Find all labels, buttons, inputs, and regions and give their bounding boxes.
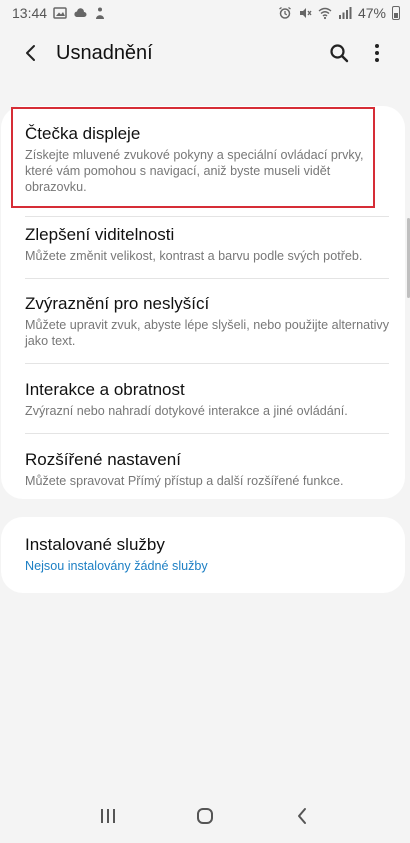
list-item-interaction[interactable]: Interakce a obratnost Zvýrazní nebo nahr…: [25, 379, 389, 419]
alert-person-icon: [93, 6, 107, 20]
item-title: Zlepšení viditelnosti: [25, 225, 175, 244]
list-item-installed-services[interactable]: Instalované služby Nejsou instalovány žá…: [25, 534, 389, 574]
item-description: Můžete spravovat Přímý přístup a další r…: [25, 474, 344, 488]
page-title: Usnadnění: [56, 41, 153, 64]
accessibility-card: Čtečka displeje Získejte mluvené zvukové…: [1, 106, 405, 499]
item-description: Můžete upravit zvuk, abyste lépe slyšeli…: [25, 318, 390, 348]
status-bar: 13:44 47%: [0, 0, 410, 26]
battery-percent: 47%: [357, 5, 386, 21]
home-button[interactable]: [185, 796, 225, 836]
item-title: Čtečka displeje: [25, 124, 141, 143]
item-description: Můžete změnit velikost, kontrast a barvu…: [25, 249, 363, 263]
list-item-visibility[interactable]: Zlepšení viditelnosti Můžete změnit veli…: [25, 224, 389, 264]
item-title: Instalované služby: [25, 535, 165, 554]
back-arrow-icon: [26, 45, 35, 61]
item-description: Zvýrazní nebo nahradí dotykové interakce…: [25, 404, 348, 418]
status-left: 13:44: [12, 5, 107, 21]
recent-apps-button[interactable]: [88, 796, 128, 836]
more-options-button[interactable]: [362, 38, 392, 68]
cloud-icon: [73, 6, 87, 20]
item-description: Nejsou instalovány žádné služby: [25, 559, 208, 573]
status-time: 13:44: [12, 5, 48, 21]
search-icon: [330, 44, 349, 63]
mute-icon: [298, 6, 312, 20]
item-description: Získejte mluvené zvukové pokyny a speciá…: [25, 148, 364, 194]
installed-services-card: Instalované služby Nejsou instalovány žá…: [1, 517, 405, 593]
item-title: Zvýraznění pro neslyšící: [25, 294, 210, 313]
item-title: Interakce a obratnost: [25, 380, 185, 399]
item-title: Rozšířené nastavení: [25, 450, 181, 469]
divider: [25, 433, 389, 434]
navigation-bar: [0, 788, 410, 843]
more-vert-icon: [375, 44, 379, 62]
back-nav-button[interactable]: [282, 796, 322, 836]
list-item-hearing[interactable]: Zvýraznění pro neslyšící Můžete upravit …: [25, 293, 389, 349]
divider: [25, 363, 389, 364]
battery-icon: [392, 6, 400, 20]
wifi-icon: [318, 6, 332, 20]
divider: [25, 216, 389, 217]
list-item-screen-reader[interactable]: Čtečka displeje Získejte mluvené zvukové…: [25, 123, 389, 195]
signal-icon: [338, 6, 352, 20]
back-button[interactable]: [18, 40, 44, 66]
status-right: 47%: [278, 5, 400, 21]
home-icon: [196, 807, 213, 824]
search-button[interactable]: [324, 38, 354, 68]
app-header: Usnadnění: [0, 26, 410, 80]
recent-apps-icon: [101, 808, 116, 823]
back-icon: [297, 807, 306, 824]
image-icon: [53, 6, 67, 20]
divider: [25, 278, 389, 279]
list-item-advanced[interactable]: Rozšířené nastavení Můžete spravovat Pří…: [25, 449, 389, 489]
alarm-icon: [278, 6, 292, 20]
